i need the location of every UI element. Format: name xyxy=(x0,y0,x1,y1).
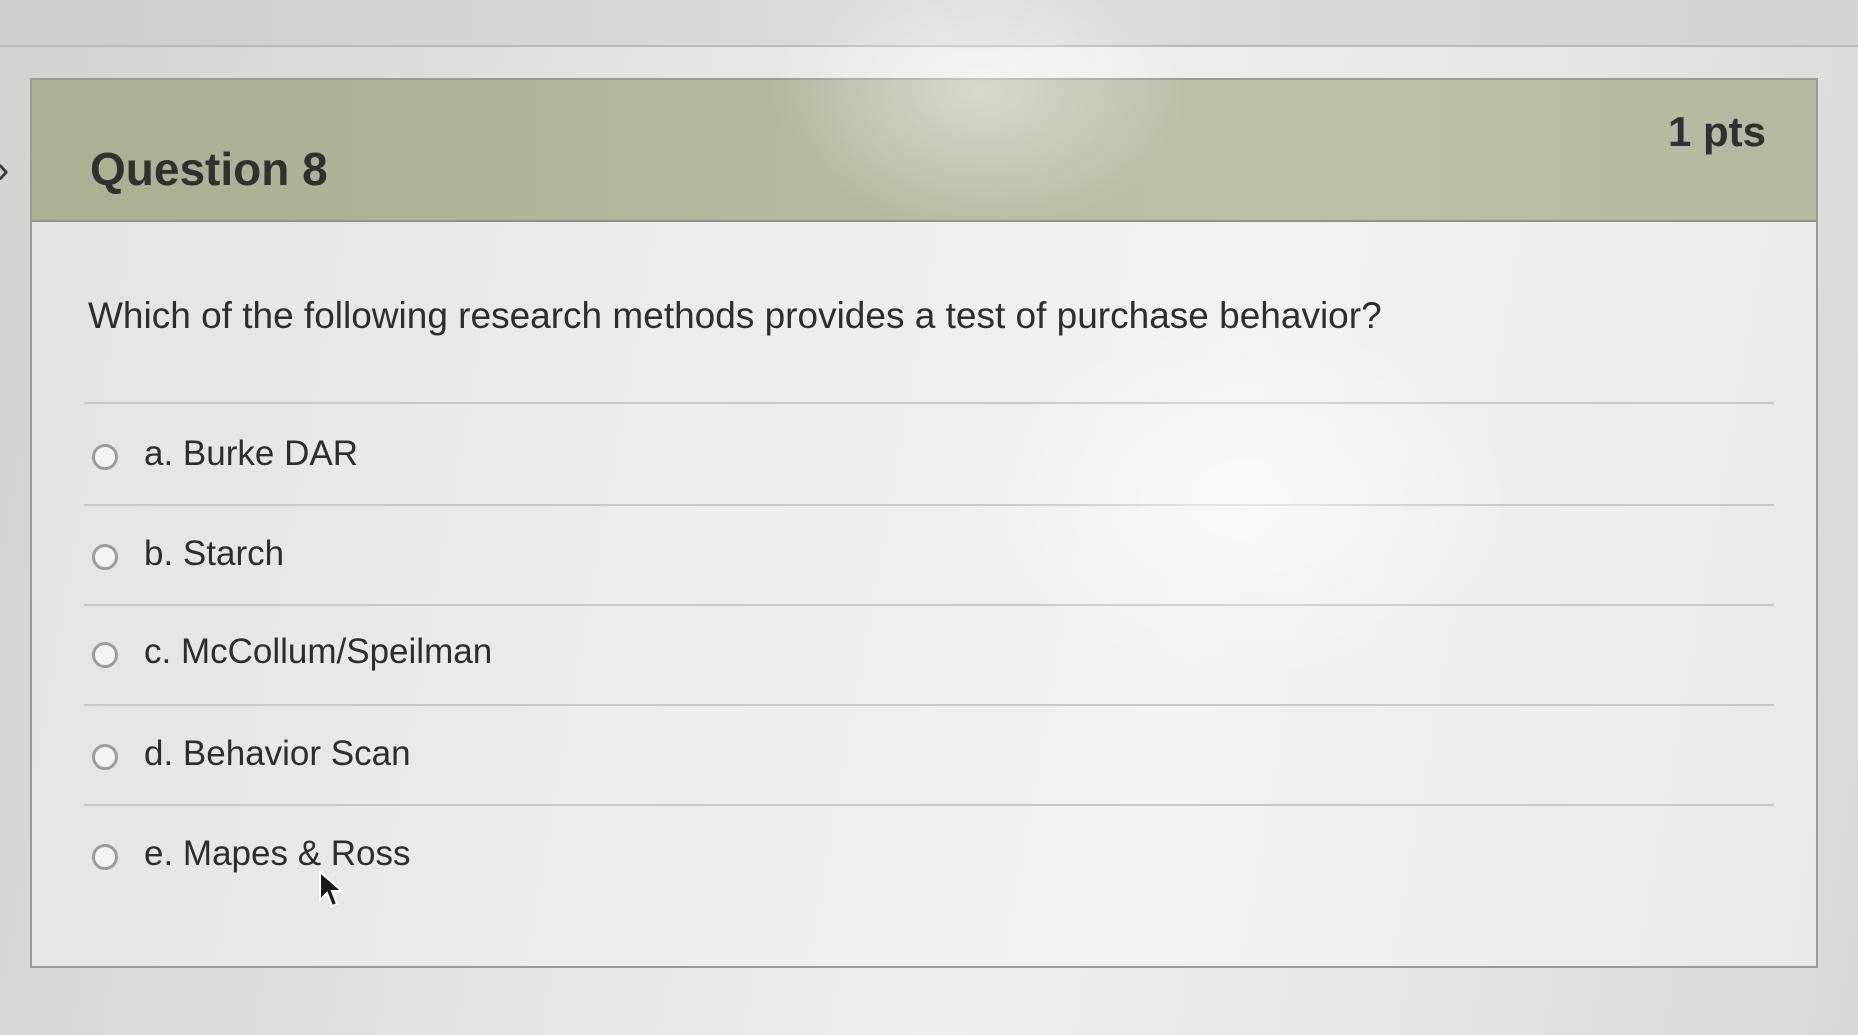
answer-label: d. Behavior Scan xyxy=(144,734,411,773)
question-header: Question 8 1 pts xyxy=(32,80,1816,222)
answer-label: c. McCollum/Speilman xyxy=(144,632,493,671)
divider xyxy=(84,704,1774,706)
question-text: Which of the following research methods … xyxy=(88,295,1382,336)
chevron-right-icon[interactable]: › xyxy=(0,150,18,190)
divider xyxy=(84,504,1774,506)
radio-unselected-icon[interactable] xyxy=(92,844,118,870)
radio-unselected-icon[interactable] xyxy=(92,744,118,770)
radio-unselected-icon[interactable] xyxy=(92,544,118,570)
radio-unselected-icon[interactable] xyxy=(92,642,118,668)
radio-unselected-icon[interactable] xyxy=(92,444,118,470)
top-toolbar-edge xyxy=(0,0,1858,47)
divider xyxy=(84,604,1774,606)
question-card: Question 8 1 pts Which of the following … xyxy=(30,78,1818,968)
mouse-pointer-icon xyxy=(319,870,344,908)
answer-option-b[interactable]: b. Starch xyxy=(92,530,1692,590)
answer-option-c[interactable]: c. McCollum/Speilman xyxy=(92,628,1692,688)
question-title: Question 8 xyxy=(90,143,328,195)
answer-label: b. Starch xyxy=(144,534,285,573)
answer-option-a[interactable]: a. Burke DAR xyxy=(92,430,1692,490)
answer-label: a. Burke DAR xyxy=(144,434,358,473)
divider xyxy=(84,402,1774,404)
divider xyxy=(84,804,1774,806)
question-points: 1 pts xyxy=(1667,108,1766,155)
answer-option-d[interactable]: d. Behavior Scan xyxy=(92,730,1692,790)
answer-label: e. Mapes & Ross xyxy=(144,834,411,873)
